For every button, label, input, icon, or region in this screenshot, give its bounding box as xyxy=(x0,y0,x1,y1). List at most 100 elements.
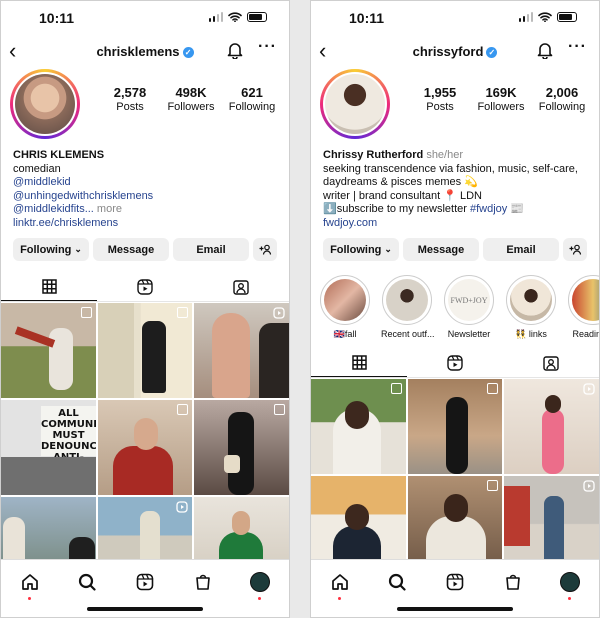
reels-icon[interactable] xyxy=(133,570,157,594)
grid-post[interactable]: ALL COMMUNITIES MUST DENOUNCE ANTI-SEMIT… xyxy=(1,400,96,495)
shop-bag-icon[interactable] xyxy=(501,570,525,594)
grid-post[interactable] xyxy=(311,379,406,474)
following-button[interactable]: Following ⌄ xyxy=(323,238,399,261)
followers-count: 498K xyxy=(175,85,207,100)
posts-label: Posts xyxy=(426,101,454,113)
message-button[interactable]: Message xyxy=(403,238,479,261)
verified-badge-icon: ✓ xyxy=(182,47,194,58)
highlight-label: Reading L xyxy=(572,329,599,339)
stat-following[interactable]: 2,006 Following xyxy=(531,85,593,113)
reels-icon xyxy=(137,278,153,295)
add-user-button[interactable] xyxy=(253,238,277,261)
tab-reels[interactable] xyxy=(407,348,503,377)
highlight-reading-list[interactable]: Reading L xyxy=(567,275,599,340)
email-button[interactable]: Email xyxy=(483,238,559,261)
tagged-icon xyxy=(543,355,559,371)
stat-followers[interactable]: 498K Followers xyxy=(161,85,221,113)
posts-count: 2,578 xyxy=(113,85,147,100)
bio-mention-unhinged[interactable]: @unhingedwithchrisklemens xyxy=(13,190,277,204)
stat-followers[interactable]: 169K Followers xyxy=(471,85,531,113)
following-button[interactable]: Following ⌄ xyxy=(13,238,89,261)
grid-post[interactable] xyxy=(97,303,193,398)
avatar-story-ring[interactable] xyxy=(320,69,390,139)
stat-posts[interactable]: 1,955 Posts xyxy=(409,85,471,113)
battery-icon xyxy=(247,12,267,22)
more-horizontal-icon[interactable]: ··· xyxy=(258,38,277,56)
wifi-icon xyxy=(228,12,242,22)
search-icon[interactable] xyxy=(75,570,99,594)
grid-post[interactable] xyxy=(504,379,599,474)
profile-username-row: chrisklemens ✓ xyxy=(1,44,289,59)
add-user-button[interactable] xyxy=(563,238,587,261)
grid-post[interactable] xyxy=(194,400,289,495)
avatar-story-ring[interactable] xyxy=(10,69,80,139)
bio-more-link[interactable]: more xyxy=(94,203,122,215)
profile-tabs xyxy=(1,272,289,302)
home-icon[interactable] xyxy=(328,570,352,600)
home-indicator xyxy=(87,607,203,611)
grid-post[interactable] xyxy=(311,476,406,571)
highlight-recent-outfits[interactable]: Recent outf... xyxy=(381,275,435,340)
carousel-icon xyxy=(273,404,285,415)
bell-icon[interactable] xyxy=(537,41,553,64)
highlight-newsletter[interactable]: FWD+JOY Newsletter xyxy=(443,275,495,340)
chevron-down-icon: ⌄ xyxy=(74,244,82,254)
tab-tagged[interactable] xyxy=(193,272,289,301)
bio-mention-middlekidfits[interactable]: @middlekidfits... xyxy=(13,203,94,215)
tab-posts-grid[interactable] xyxy=(311,348,407,377)
following-count: 621 xyxy=(241,85,263,100)
stat-following[interactable]: 621 Following xyxy=(221,85,283,113)
grid-post[interactable] xyxy=(194,303,289,398)
email-button[interactable]: Email xyxy=(173,238,249,261)
bio-line-more: @middlekidfits... more xyxy=(13,203,277,217)
bell-icon[interactable] xyxy=(227,41,243,64)
bio-newsletter-emoji: 📰 xyxy=(507,203,525,215)
notification-dot xyxy=(568,597,572,600)
tagged-icon xyxy=(233,279,249,295)
home-icon[interactable] xyxy=(18,570,42,600)
posts-grid: ALL COMMUNITIES MUST DENOUNCE ANTI-SEMIT… xyxy=(1,303,289,592)
status-time: 10:11 xyxy=(349,10,385,26)
search-icon[interactable] xyxy=(385,570,409,594)
profile-bio: CHRIS KLEMENS comedian @middlekid @unhin… xyxy=(1,139,289,230)
profile-avatar-icon[interactable] xyxy=(558,570,582,600)
more-horizontal-icon[interactable]: ··· xyxy=(568,38,587,56)
tab-tagged[interactable] xyxy=(503,348,599,377)
message-button[interactable]: Message xyxy=(93,238,169,261)
following-label: Following xyxy=(538,101,586,113)
followers-label: Followers xyxy=(477,101,525,113)
highlight-links[interactable]: 👯 links xyxy=(505,275,557,340)
reels-icon[interactable] xyxy=(443,570,467,594)
grid-post[interactable] xyxy=(407,379,503,474)
carousel-icon xyxy=(487,480,499,491)
grid-post[interactable] xyxy=(97,400,193,495)
profile-stats: 2,578 Posts 498K Followers 621 Following xyxy=(99,85,283,113)
bio-line: seeking transcendence via fashion, music… xyxy=(323,162,578,175)
highlight-fall[interactable]: 🇬🇧fall xyxy=(319,275,371,340)
carousel-icon xyxy=(80,307,92,318)
status-time: 10:11 xyxy=(39,10,75,26)
profile-summary: 2,578 Posts 498K Followers 621 Following xyxy=(1,69,289,139)
bio-external-link[interactable]: linktr.ee/chrisklemens xyxy=(13,217,277,231)
highlight-label: Newsletter xyxy=(447,329,491,339)
posts-label: Posts xyxy=(116,101,144,113)
highlight-label: 🇬🇧fall xyxy=(333,329,357,339)
grid-post[interactable] xyxy=(1,303,96,398)
shop-bag-icon[interactable] xyxy=(191,570,215,594)
phone-chrisklemens: 10:11 ‹ chrisklemens ✓ ··· 2,578 Posts 498… xyxy=(0,0,290,618)
tab-reels[interactable] xyxy=(97,272,193,301)
home-indicator xyxy=(397,607,513,611)
stat-posts[interactable]: 2,578 Posts xyxy=(99,85,161,113)
tab-posts-grid[interactable] xyxy=(1,272,97,301)
signal-icon xyxy=(208,12,223,22)
profile-name-row: Chrissy Rutherford she/her xyxy=(323,149,587,163)
grid-post[interactable] xyxy=(504,476,599,571)
bio-mention-middlekid[interactable]: @middlekid xyxy=(13,176,277,190)
profile-stats: 1,955 Posts 169K Followers 2,006 Following xyxy=(409,85,593,113)
grid-post[interactable] xyxy=(407,476,503,571)
bio-external-link[interactable]: fwdjoy.com xyxy=(323,217,587,231)
bio-hashtag-link[interactable]: #fwdjoy xyxy=(470,203,507,215)
profile-avatar-icon[interactable] xyxy=(248,570,272,600)
posts-grid xyxy=(311,379,599,571)
avatar xyxy=(325,74,385,134)
